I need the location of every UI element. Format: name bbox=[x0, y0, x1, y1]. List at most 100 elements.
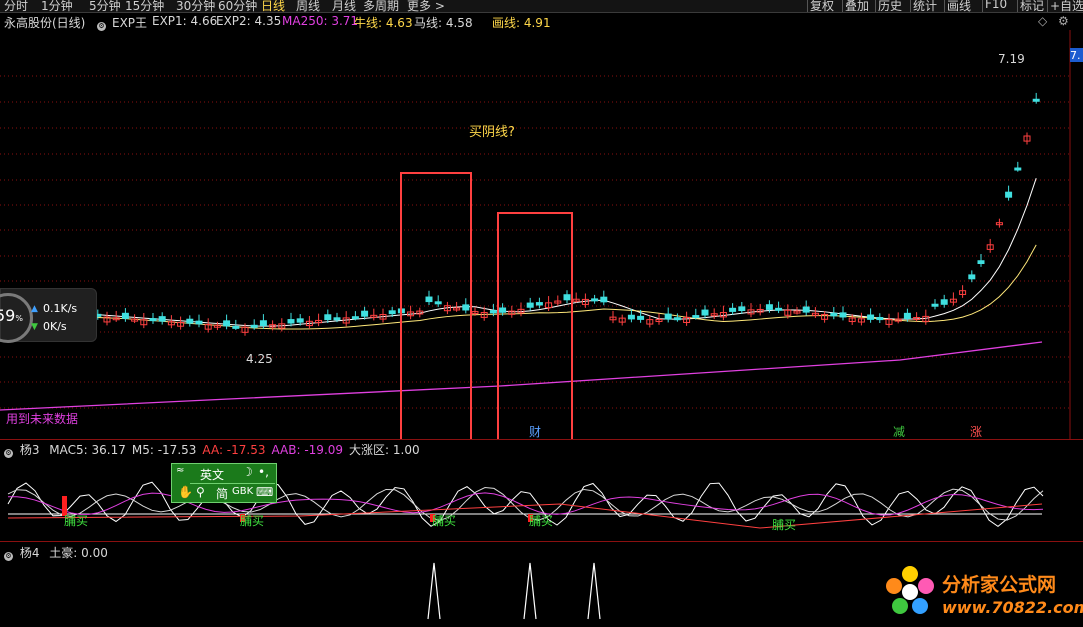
ma250-line bbox=[0, 341, 1043, 411]
buy-label-0: 脯买 bbox=[64, 514, 89, 528]
indicator1-value-2: AA: -17.53 bbox=[202, 443, 266, 457]
candle-body bbox=[223, 320, 231, 327]
marker-zhang: 涨 bbox=[970, 425, 983, 439]
ime-search-icon[interactable]: ⚲ bbox=[196, 485, 205, 499]
candle-body bbox=[839, 312, 847, 318]
candle-body bbox=[489, 310, 497, 314]
candle-body bbox=[692, 315, 700, 319]
ime-encoding-button[interactable]: GBK bbox=[232, 486, 253, 497]
watermark-logo: 分析家公式网 www.70822.com bbox=[880, 562, 1083, 624]
candle-body bbox=[425, 296, 433, 303]
candle-body bbox=[738, 306, 746, 312]
tuhao-spike-2 bbox=[587, 562, 601, 620]
candle-body bbox=[232, 325, 240, 329]
indicator1-value-4: 大涨区: 1.00 bbox=[349, 443, 420, 457]
candle-body bbox=[361, 310, 369, 317]
ime-punct-icon[interactable]: •, bbox=[258, 465, 269, 479]
exp2-line bbox=[14, 244, 1037, 330]
panel-divider-2 bbox=[0, 541, 1083, 542]
candle-body bbox=[664, 313, 672, 320]
candle-body bbox=[333, 317, 341, 321]
buy-label-3: 脯买 bbox=[529, 514, 554, 528]
candle-body bbox=[775, 307, 783, 311]
candle-body bbox=[121, 312, 129, 319]
highlight-box-1 bbox=[497, 212, 573, 440]
candle-body bbox=[296, 318, 304, 323]
ime-simplified-button[interactable]: 简 bbox=[216, 485, 228, 502]
candle-body bbox=[1032, 98, 1040, 102]
candle-body bbox=[186, 318, 194, 324]
logo-name: 分析家公式网 bbox=[942, 574, 1057, 596]
ime-row-2: ✋ ⚲ 简 GBK ⌨ bbox=[172, 484, 276, 502]
ime-mode-button[interactable]: 英文 bbox=[200, 466, 224, 483]
main-kline-chart[interactable] bbox=[0, 0, 1083, 440]
ime-expand-icon[interactable]: ≈ bbox=[176, 465, 184, 476]
logo-url: www.70822.com bbox=[942, 598, 1083, 617]
price-axis-box: 7. bbox=[1070, 48, 1083, 62]
ime-toolbar[interactable]: ≈ 英文 ☽ •, ✋ ⚲ 简 GBK ⌨ bbox=[171, 463, 277, 503]
download-speed: 0K/s bbox=[43, 320, 67, 333]
candle-body bbox=[287, 319, 295, 324]
candle-body bbox=[977, 260, 985, 265]
candle-body bbox=[903, 312, 911, 319]
exp1-line bbox=[14, 178, 1037, 327]
candle-body bbox=[867, 314, 875, 320]
download-arrow-icon: ▼ bbox=[31, 322, 38, 332]
low-price-label: 4.25 bbox=[246, 352, 273, 366]
buy-label-2: 脯买 bbox=[432, 514, 457, 528]
indicator1-legend: ⚙ 杨3 MAC5: 36.17 M5: -17.53 AA: -17.53 AAB:… bbox=[4, 441, 604, 458]
candle-body bbox=[259, 320, 267, 327]
indicator1-value-1: M5: -17.53 bbox=[131, 443, 197, 457]
candle-body bbox=[158, 316, 166, 322]
candle-body bbox=[195, 320, 203, 325]
candle-body bbox=[1005, 191, 1013, 198]
indicator1-value-3: AAB: -19.09 bbox=[271, 443, 344, 457]
indicator1-title: 杨3 bbox=[19, 443, 40, 457]
candle-body bbox=[499, 307, 507, 313]
candle-body bbox=[324, 314, 332, 321]
upload-arrow-icon: ▲ bbox=[31, 304, 38, 314]
ime-moon-icon[interactable]: ☽ bbox=[242, 465, 253, 479]
ime-keyboard-icon[interactable]: ⌨ bbox=[256, 485, 273, 499]
upload-speed: 0.1K/s bbox=[43, 302, 78, 315]
candle-body bbox=[729, 307, 737, 312]
network-speed-widget[interactable]: 59% ▲ 0.1K/s ▼ 0K/s bbox=[0, 288, 97, 343]
candle-body bbox=[600, 296, 608, 303]
candle-body bbox=[462, 304, 470, 311]
annotation-text: 买阴线? bbox=[469, 125, 515, 140]
buy-label-1: 脯买 bbox=[240, 514, 265, 528]
candle-body bbox=[940, 299, 948, 305]
mac5-line bbox=[7, 481, 1044, 528]
tuhao-spike-1 bbox=[523, 562, 537, 620]
ime-row-1: ≈ 英文 ☽ •, bbox=[172, 465, 276, 483]
speed-percent: 59% bbox=[0, 306, 23, 325]
ime-hand-icon[interactable]: ✋ bbox=[178, 485, 193, 499]
marker-jian: 减 bbox=[893, 425, 906, 439]
candle-body bbox=[563, 294, 571, 301]
candle-body bbox=[591, 298, 599, 302]
future-data-warning: 用到未来数据 bbox=[6, 412, 79, 426]
candle-body bbox=[1014, 167, 1022, 171]
candle-body bbox=[701, 309, 709, 316]
candle-body bbox=[802, 306, 810, 313]
candle-body bbox=[673, 317, 681, 321]
candle-body bbox=[627, 314, 635, 320]
candle-body bbox=[388, 310, 396, 315]
tuhao-spike-0 bbox=[427, 562, 441, 620]
candle-body bbox=[526, 302, 534, 308]
high-price-label: 7.19 bbox=[998, 52, 1025, 66]
indicator1-value-0: MAC5: 36.17 bbox=[49, 443, 126, 457]
flower-logo-icon bbox=[886, 566, 934, 614]
candle-body bbox=[149, 318, 157, 322]
marker-cai: 财 bbox=[529, 425, 542, 439]
buy-label-4: 脯买 bbox=[772, 518, 797, 532]
candle-body bbox=[535, 302, 543, 306]
candle-body bbox=[931, 303, 939, 307]
panel-divider-1 bbox=[0, 439, 1083, 440]
candle-body bbox=[351, 316, 359, 320]
candle-body bbox=[637, 315, 645, 320]
candle-body bbox=[830, 312, 838, 317]
candle-body bbox=[765, 304, 773, 310]
candle-body bbox=[434, 301, 442, 305]
candle-body bbox=[876, 317, 884, 321]
